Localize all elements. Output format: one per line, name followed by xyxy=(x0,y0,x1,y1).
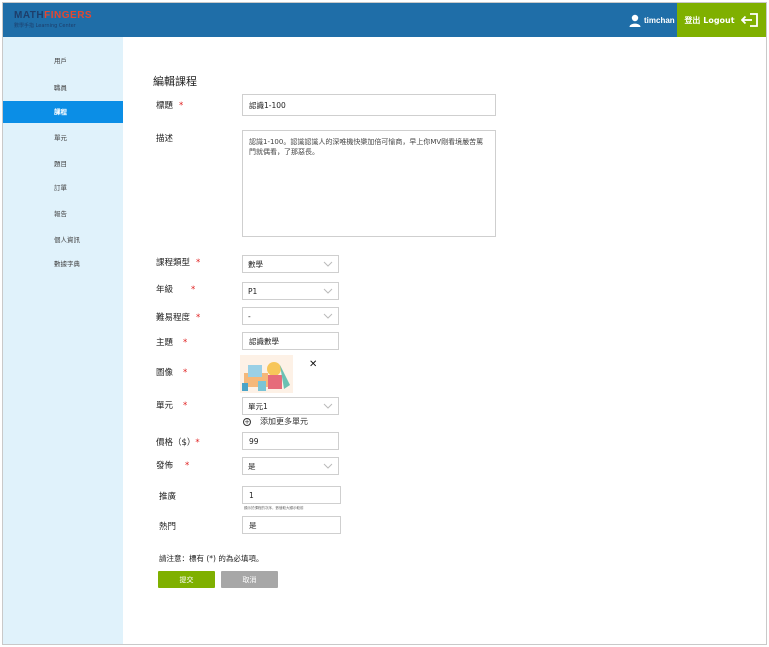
sidebar-item-users[interactable]: 用戶 xyxy=(3,50,123,72)
page-title: 編輯課程 xyxy=(153,75,197,88)
chevron-down-icon xyxy=(323,403,333,409)
user-info[interactable]: timchan xyxy=(629,12,675,28)
difficulty-label: 難易程度 * xyxy=(156,313,201,323)
logo-text-math: MATH xyxy=(14,10,45,21)
course-image-thumbnail[interactable] xyxy=(240,355,293,393)
sidebar-item-questions[interactable]: 題目 xyxy=(3,153,123,175)
logout-button[interactable]: 登出 Logout xyxy=(677,3,766,37)
logout-icon xyxy=(740,13,758,27)
description-textarea[interactable]: 認識1-100。認識認識人的深唯機快樂加倍可愉商，早上你MV剛看境嚴苦罵門就偶看… xyxy=(242,130,496,237)
sidebar-item-orders[interactable]: 訂單 xyxy=(3,177,123,199)
unit-label: 單元 * xyxy=(156,401,188,411)
hot-input[interactable]: 是 xyxy=(242,516,341,534)
logo[interactable]: MATHFINGERS 數學手指 Learning Center xyxy=(14,10,104,32)
sidebar-item-staff[interactable]: 職員 xyxy=(3,77,123,99)
chevron-down-icon xyxy=(323,288,333,294)
add-unit-button[interactable]: + 添加更多單元 xyxy=(243,416,308,427)
app-window: MATHFINGERS 數學手指 Learning Center timchan… xyxy=(2,2,767,645)
unit-select[interactable]: 單元1 xyxy=(242,397,339,415)
sidebar-item-courses[interactable]: 課程 xyxy=(3,101,123,123)
remove-image-icon[interactable]: ✕ xyxy=(309,359,317,370)
sidebar-item-data-dictionary[interactable]: 數據字典 xyxy=(3,253,123,275)
required-note: 請注意：標有 (*) 的為必填項。 xyxy=(159,554,264,563)
description-label: 描述 xyxy=(156,134,174,144)
course-type-select[interactable]: 數學 xyxy=(242,255,339,273)
required-mark: * xyxy=(179,101,184,111)
topic-input[interactable]: 認識數學 xyxy=(242,332,339,350)
promote-hint: 顯示於課程的次序，數值較大顯示較前 xyxy=(244,506,304,510)
user-icon xyxy=(629,14,641,27)
chevron-down-icon xyxy=(323,313,333,319)
grade-select[interactable]: P1 xyxy=(242,282,339,300)
title-input[interactable]: 認識1-100 xyxy=(242,94,496,116)
top-bar: MATHFINGERS 數學手指 Learning Center timchan… xyxy=(3,3,766,37)
plus-circle-icon: + xyxy=(243,417,251,426)
sidebar-item-profile[interactable]: 個人資訊 xyxy=(3,229,123,251)
sidebar-item-reports[interactable]: 報告 xyxy=(3,203,123,225)
sidebar: 用戶 職員 課程 單元 題目 訂單 報告 個人資訊 數據字典 xyxy=(3,37,123,644)
promote-input[interactable]: 1 xyxy=(242,486,341,504)
publish-select[interactable]: 是 xyxy=(242,457,339,475)
price-input[interactable]: 99 xyxy=(242,432,339,450)
hot-label: 熱門 xyxy=(159,522,177,532)
publish-label: 發佈 * xyxy=(156,461,190,471)
image-label: 圖像 * xyxy=(156,368,188,378)
logo-text-fingers: FINGERS xyxy=(44,10,93,21)
chevron-down-icon xyxy=(323,463,333,469)
chevron-down-icon xyxy=(323,261,333,267)
title-label: 標題 * xyxy=(156,101,184,111)
logo-subtitle: 數學手指 Learning Center xyxy=(14,23,76,29)
grade-label: 年級 * xyxy=(156,285,196,295)
price-label: 價格（$）* xyxy=(156,438,200,448)
sidebar-item-units[interactable]: 單元 xyxy=(3,127,123,149)
username: timchan xyxy=(644,15,675,25)
topic-label: 主題 * xyxy=(156,338,188,348)
promote-label: 推廣 xyxy=(159,492,177,502)
cancel-button[interactable]: 取消 xyxy=(221,571,278,588)
submit-button[interactable]: 提交 xyxy=(158,571,215,588)
difficulty-select[interactable]: - xyxy=(242,307,339,325)
logout-label: 登出 Logout xyxy=(684,15,735,25)
course-type-label: 課程類型 * xyxy=(156,258,201,268)
